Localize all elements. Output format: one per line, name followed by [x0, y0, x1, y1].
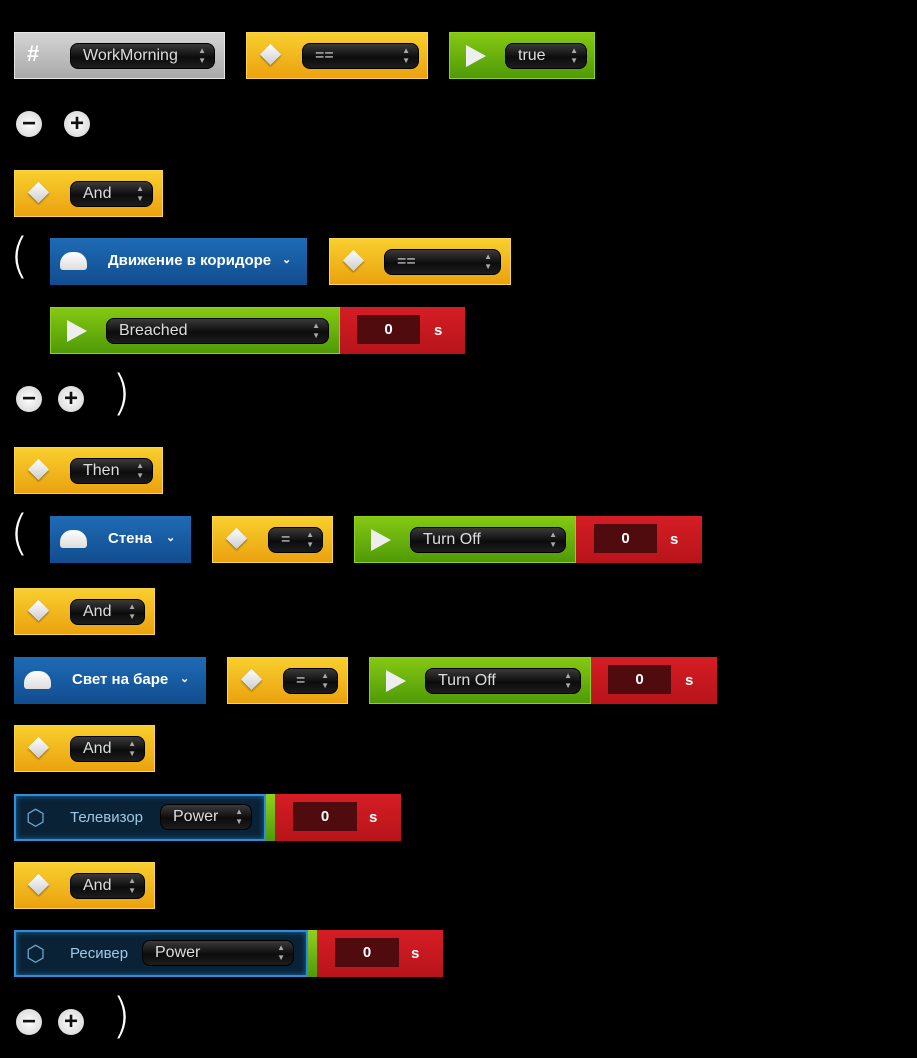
- action-device-block: ⬡ Ресивер Power ▲ ▼: [14, 930, 308, 977]
- action-device-block[interactable]: Свет на баре ⌄: [14, 657, 206, 704]
- diamond-icon: [225, 527, 248, 550]
- cube-icon: ⬡: [26, 941, 46, 966]
- logic-select[interactable]: And ▲ ▼: [70, 181, 153, 207]
- delay-input[interactable]: 0: [357, 315, 420, 344]
- add-button[interactable]: +: [64, 111, 90, 137]
- remove-button[interactable]: −: [16, 111, 42, 137]
- command-select[interactable]: Power ▲ ▼: [142, 940, 294, 966]
- trigger-state-block: Breached ▲ ▼: [50, 307, 340, 354]
- stepper-icon: ▲ ▼: [570, 46, 578, 65]
- diamond-icon: [259, 43, 282, 66]
- delay-block: 0 s: [576, 516, 702, 563]
- variable-select[interactable]: WorkMorning ▲ ▼: [70, 43, 215, 69]
- delay-input[interactable]: 0: [608, 665, 671, 694]
- add-button[interactable]: +: [58, 1009, 84, 1035]
- diamond-icon: [342, 249, 365, 272]
- stepper-icon: ▲ ▼: [402, 46, 410, 65]
- delay-input[interactable]: 0: [594, 524, 657, 553]
- logic-select[interactable]: Then ▲ ▼: [70, 458, 153, 484]
- logic-select[interactable]: And ▲ ▼: [70, 599, 145, 625]
- value-select[interactable]: true ▲ ▼: [505, 43, 587, 69]
- stepper-icon: ▲ ▼: [128, 739, 136, 758]
- command-strip: [308, 930, 317, 977]
- operator-select[interactable]: == ▲ ▼: [384, 249, 501, 275]
- stepper-icon: ▲ ▼: [549, 530, 557, 549]
- logic-block-and: And ▲ ▼: [14, 588, 155, 635]
- diamond-icon: [27, 599, 50, 622]
- stepper-icon: ▲ ▼: [484, 252, 492, 271]
- stepper-icon: ▲ ▼: [312, 321, 320, 340]
- play-icon: [386, 670, 406, 692]
- stepper-icon: ▲ ▼: [277, 943, 285, 962]
- stepper-icon: ▲ ▼: [306, 530, 314, 549]
- logic-block-and: And ▲ ▼: [14, 862, 155, 909]
- delay-input[interactable]: 0: [335, 938, 399, 967]
- logic-select[interactable]: And ▲ ▼: [70, 873, 145, 899]
- stepper-icon: ▲ ▼: [198, 46, 206, 65]
- play-icon: [371, 529, 391, 551]
- chevron-down-icon: ⌄: [282, 254, 292, 266]
- logic-block-then: Then ▲ ▼: [14, 447, 163, 494]
- diamond-icon: [27, 181, 50, 204]
- command-select[interactable]: Turn Off ▲ ▼: [425, 668, 581, 694]
- delay-block: 0 s: [591, 657, 717, 704]
- chevron-down-icon: ⌄: [180, 673, 190, 685]
- stepper-icon: ▲ ▼: [136, 184, 144, 203]
- remove-button[interactable]: −: [16, 386, 42, 412]
- command-strip: [266, 794, 275, 841]
- close-paren: ): [112, 988, 131, 1044]
- value-block: true ▲ ▼: [449, 32, 595, 79]
- operator-select[interactable]: == ▲ ▼: [302, 43, 419, 69]
- action-operator-block: = ▲ ▼: [227, 657, 348, 704]
- chevron-down-icon: ⌄: [166, 532, 176, 544]
- trigger-operator-block: == ▲ ▼: [329, 238, 511, 285]
- action-command-block: Turn Off ▲ ▼: [369, 657, 591, 704]
- sensor-icon: [60, 252, 87, 270]
- operator-select[interactable]: = ▲ ▼: [268, 527, 323, 553]
- delay-block: 0 s: [317, 930, 443, 977]
- command-select[interactable]: Turn Off ▲ ▼: [410, 527, 566, 553]
- diamond-icon: [240, 668, 263, 691]
- add-button[interactable]: +: [58, 386, 84, 412]
- state-select[interactable]: Breached ▲ ▼: [106, 318, 329, 344]
- stepper-icon: ▲ ▼: [235, 807, 243, 826]
- stepper-icon: ▲ ▼: [564, 671, 572, 690]
- action-command-block: Turn Off ▲ ▼: [354, 516, 576, 563]
- variable-block: # WorkMorning ▲ ▼: [14, 32, 225, 79]
- action-device-block[interactable]: Стена ⌄: [50, 516, 191, 563]
- diamond-icon: [27, 873, 50, 896]
- logic-select[interactable]: And ▲ ▼: [70, 736, 145, 762]
- cube-icon: ⬡: [26, 805, 46, 830]
- open-paren: (: [10, 505, 29, 561]
- stepper-icon: ▲ ▼: [128, 876, 136, 895]
- action-operator-block: = ▲ ▼: [212, 516, 333, 563]
- stepper-icon: ▲ ▼: [136, 461, 144, 480]
- hash-icon: #: [27, 41, 40, 66]
- diamond-icon: [27, 458, 50, 481]
- play-icon: [466, 45, 486, 67]
- delay-input[interactable]: 0: [293, 802, 357, 831]
- trigger-device-block[interactable]: Движение в коридоре ⌄: [50, 238, 307, 285]
- delay-block: 0 s: [340, 307, 465, 354]
- command-select[interactable]: Power ▲ ▼: [160, 804, 252, 830]
- delay-block: 0 s: [275, 794, 401, 841]
- open-paren: (: [10, 228, 29, 284]
- remove-button[interactable]: −: [16, 1009, 42, 1035]
- switch-icon: [60, 530, 87, 548]
- logic-block-and: And ▲ ▼: [14, 725, 155, 772]
- stepper-icon: ▲ ▼: [321, 671, 329, 690]
- stepper-icon: ▲ ▼: [128, 602, 136, 621]
- switch-icon: [24, 671, 51, 689]
- play-icon: [67, 320, 87, 342]
- operator-block: == ▲ ▼: [246, 32, 428, 79]
- diamond-icon: [27, 736, 50, 759]
- operator-select[interactable]: = ▲ ▼: [283, 668, 338, 694]
- action-device-block: ⬡ Телевизор Power ▲ ▼: [14, 794, 266, 841]
- close-paren: ): [112, 365, 131, 421]
- logic-block-and: And ▲ ▼: [14, 170, 163, 217]
